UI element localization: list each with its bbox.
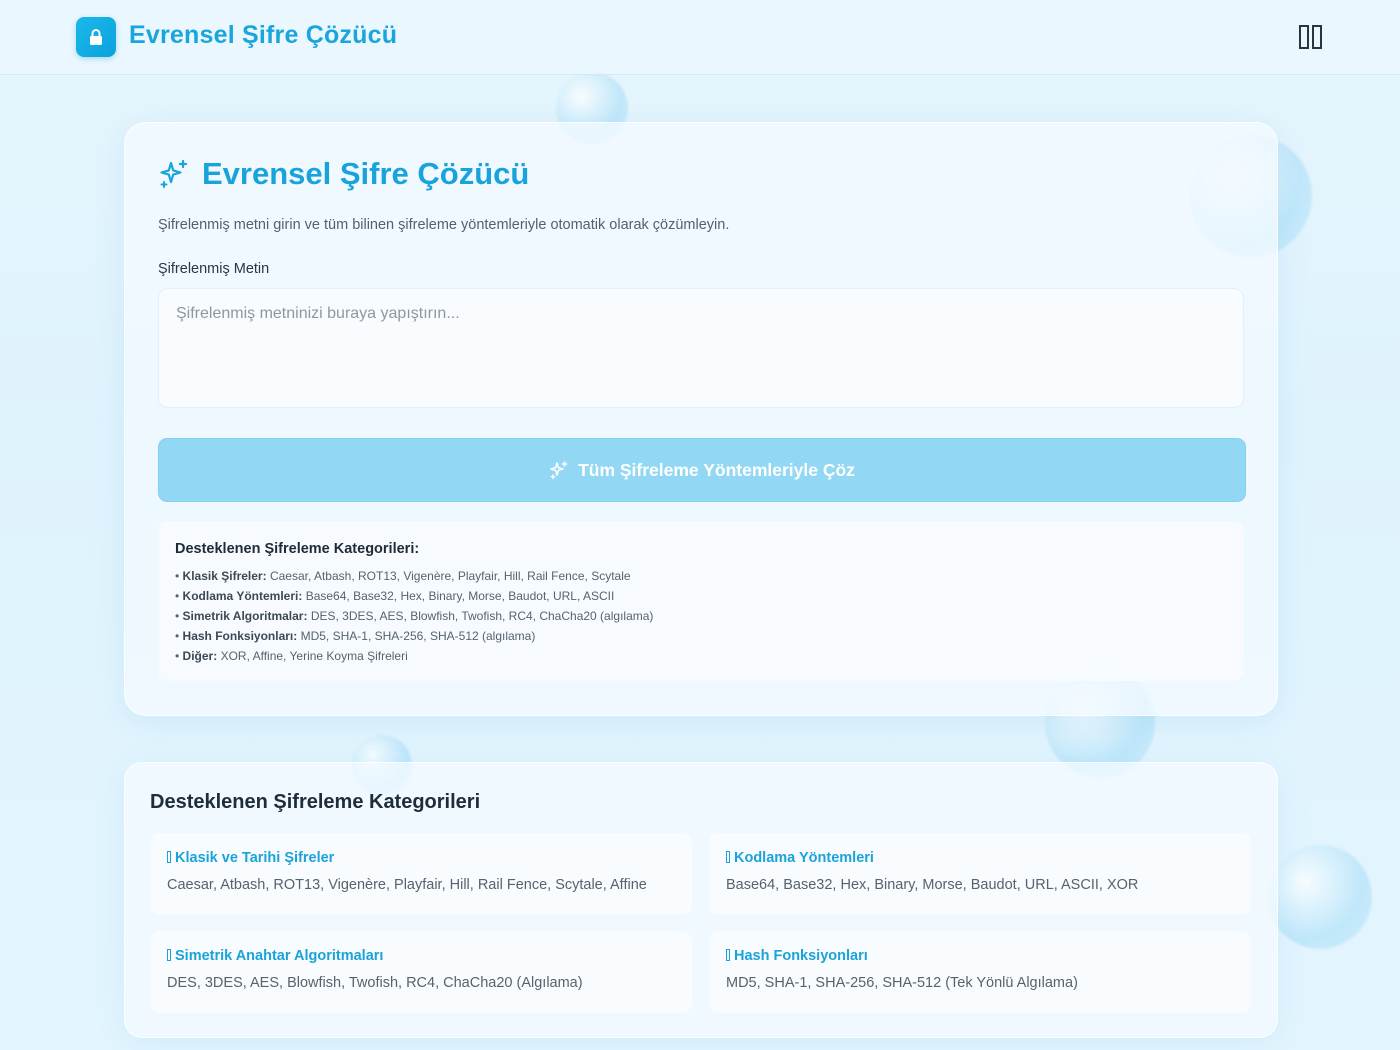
category-card: Hash Fonksiyonları MD5, SHA-1, SHA-256, … <box>709 931 1251 1013</box>
info-item-label: Simetrik Algoritmalar: <box>182 609 308 623</box>
info-item-text: Base64, Base32, Hex, Binary, Morse, Baud… <box>305 589 615 603</box>
solve-all-button[interactable]: Tüm Şifreleme Yöntemleriyle Çöz <box>158 438 1246 502</box>
category-title: Simetrik Anahtar Algoritmaları <box>175 948 384 964</box>
category-card: Kodlama Yöntemleri Base64, Base32, Hex, … <box>709 833 1251 915</box>
info-item: • Kodlama Yöntemleri: Base64, Base32, He… <box>175 589 615 603</box>
category-icon <box>167 949 171 961</box>
category-icon <box>167 851 171 863</box>
page-title: Evrensel Şifre Çözücü <box>202 156 530 191</box>
lock-icon[interactable] <box>76 17 116 57</box>
category-title: Kodlama Yöntemleri <box>734 850 874 866</box>
info-item-text: MD5, SHA-1, SHA-256, SHA-512 (algılama) <box>300 629 536 643</box>
info-item-text: XOR, Affine, Yerine Koyma Şifreleri <box>220 649 408 663</box>
categories-card: Desteklenen Şifreleme Kategorileri Klasi… <box>124 762 1278 1038</box>
sparkles-icon <box>160 159 188 188</box>
category-icon <box>726 851 730 863</box>
info-item-label: Kodlama Yöntemleri: <box>182 589 303 603</box>
info-item-label: Diğer: <box>182 649 218 663</box>
supported-categories-info: Desteklenen Şifreleme Kategorileri: • Kl… <box>158 521 1244 681</box>
sparkles-icon <box>550 461 568 480</box>
card-title: Evrensel Şifre Çözücü <box>158 156 529 192</box>
encrypted-text-input[interactable] <box>158 288 1244 408</box>
info-item: • Klasik Şifreler: Caesar, Atbash, ROT13… <box>175 569 631 583</box>
solve-all-button-label: Tüm Şifreleme Yöntemleriyle Çöz <box>578 459 855 480</box>
decorative-bubble <box>1268 845 1372 949</box>
info-item: • Diğer: XOR, Affine, Yerine Koyma Şifre… <box>175 649 408 663</box>
category-card: Klasik ve Tarihi Şifreler Caesar, Atbash… <box>150 833 692 915</box>
brand-title[interactable]: Evrensel Şifre Çözücü <box>129 21 397 50</box>
info-item-label: Hash Fonksiyonları: <box>182 629 298 643</box>
category-card: Simetrik Anahtar Algoritmaları DES, 3DES… <box>150 931 692 1013</box>
decoder-card: Evrensel Şifre Çözücü Şifrelenmiş metni … <box>124 122 1278 716</box>
category-description: Caesar, Atbash, ROT13, Vigenère, Playfai… <box>167 877 647 893</box>
info-item-text: Caesar, Atbash, ROT13, Vigenère, Playfai… <box>269 569 631 583</box>
category-description: DES, 3DES, AES, Blowfish, Twofish, RC4, … <box>167 975 583 991</box>
info-item-label: Klasik Şifreler: <box>182 569 267 583</box>
category-description: MD5, SHA-1, SHA-256, SHA-512 (Tek Yönlü … <box>726 975 1078 991</box>
encrypted-text-label: Şifrelenmiş Metin <box>158 261 270 277</box>
category-icon <box>726 949 730 961</box>
page-description: Şifrelenmiş metni girin ve tüm bilinen ş… <box>158 217 730 233</box>
info-item: • Simetrik Algoritmalar: DES, 3DES, AES,… <box>175 609 654 623</box>
info-item-text: DES, 3DES, AES, Blowfish, Twofish, RC4, … <box>310 609 654 623</box>
categories-title: Desteklenen Şifreleme Kategorileri <box>150 791 481 813</box>
info-item: • Hash Fonksiyonları: MD5, SHA-1, SHA-25… <box>175 629 536 643</box>
category-title: Klasik ve Tarihi Şifreler <box>175 850 335 866</box>
top-navbar: Evrensel Şifre Çözücü <box>0 0 1400 75</box>
category-title: Hash Fonksiyonları <box>734 948 868 964</box>
menu-icon[interactable] <box>1296 22 1324 52</box>
category-description: Base64, Base32, Hex, Binary, Morse, Baud… <box>726 877 1139 893</box>
info-title: Desteklenen Şifreleme Kategorileri: <box>175 541 420 557</box>
